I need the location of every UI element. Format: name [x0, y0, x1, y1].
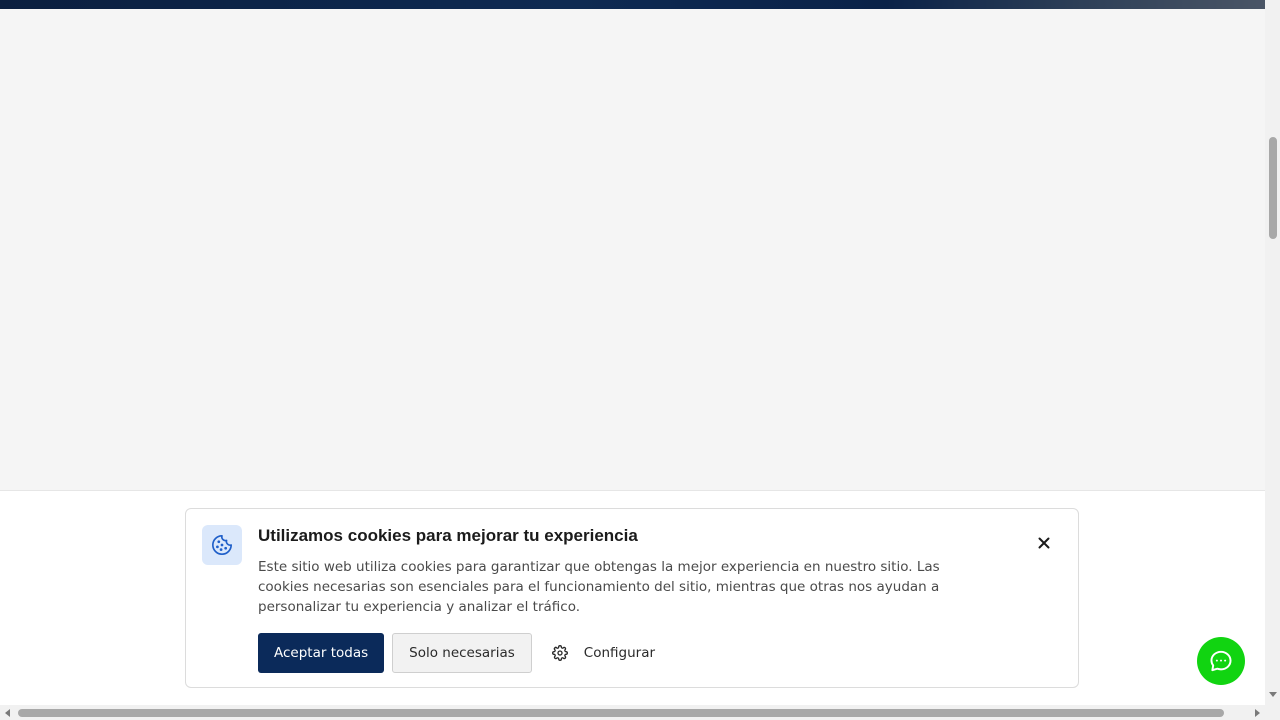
- page-viewport: Utilizamos cookies para mejorar tu exper…: [0, 0, 1265, 705]
- accept-all-button[interactable]: Aceptar todas: [258, 633, 385, 673]
- vertical-scrollbar[interactable]: [1265, 0, 1280, 705]
- cookie-consent-bar: Utilizamos cookies para mejorar tu exper…: [0, 490, 1265, 705]
- hero-image-strip: [0, 0, 1265, 9]
- close-cookie-banner-button[interactable]: [1032, 533, 1056, 553]
- cookie-icon: [202, 525, 242, 565]
- chat-button[interactable]: [1197, 637, 1245, 685]
- vertical-scrollbar-thumb[interactable]: [1269, 137, 1277, 239]
- scroll-left-arrow-icon[interactable]: [3, 708, 12, 717]
- horizontal-scrollbar-thumb[interactable]: [18, 709, 1224, 717]
- scroll-right-arrow-icon[interactable]: [1252, 708, 1261, 717]
- configure-label: Configurar: [583, 645, 656, 661]
- close-icon: [1038, 537, 1050, 549]
- configure-button[interactable]: Configurar: [551, 633, 656, 673]
- cookie-consent-card: Utilizamos cookies para mejorar tu exper…: [185, 508, 1079, 688]
- chat-bubble-icon: [1210, 650, 1232, 672]
- cookie-banner-description: Este sitio web utiliza cookies para gara…: [258, 559, 940, 615]
- horizontal-scrollbar[interactable]: [0, 705, 1280, 720]
- scroll-down-arrow-icon[interactable]: [1268, 690, 1277, 699]
- cookie-banner-title: Utilizamos cookies para mejorar tu exper…: [258, 526, 638, 545]
- gear-icon: [551, 645, 568, 661]
- cookie-actions: Aceptar todas Solo necesarias Configurar: [258, 633, 655, 673]
- necessary-only-button[interactable]: Solo necesarias: [392, 633, 532, 673]
